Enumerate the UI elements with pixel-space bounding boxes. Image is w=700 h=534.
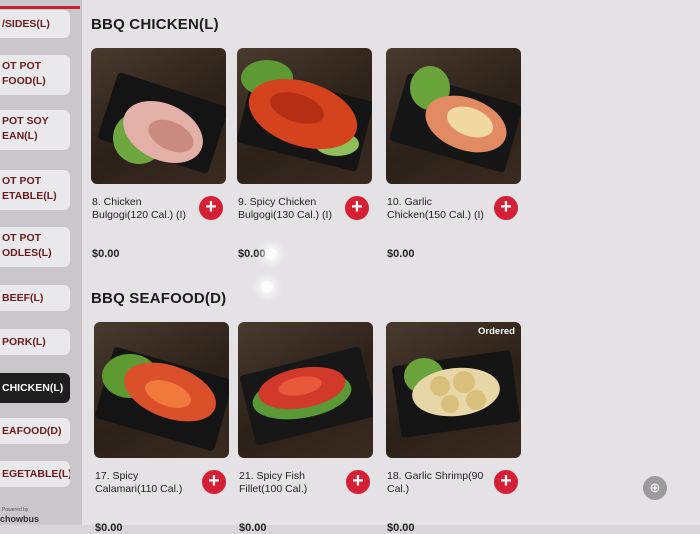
plus-icon: + (500, 196, 512, 218)
add-to-cart-button[interactable]: + (494, 470, 518, 494)
category-sidebar: /SIDES(L) OT POT FOOD(L) POT SOY EAN(L) … (0, 0, 82, 525)
powered-by-label: Powered by (2, 507, 29, 513)
dish-photo[interactable] (94, 322, 229, 458)
sidebar-item-vegetable[interactable]: EGETABLE(L) (0, 461, 70, 487)
plus-icon: + (205, 196, 217, 218)
sidebar-item-beef[interactable]: BEEF(L) (0, 285, 70, 311)
sidebar-item-hot-pot-noodles[interactable]: OT POT ODLES(L) (0, 227, 70, 267)
dish-photo[interactable] (238, 322, 373, 458)
sidebar-accent-bar (0, 6, 80, 9)
dish-photo[interactable] (91, 48, 226, 184)
item-name: 17. Spicy Calamari(110 Cal.) (95, 470, 183, 495)
plus-icon: + (500, 470, 512, 492)
item-name: 10. Garlic Chicken(150 Cal.) (I) (387, 196, 484, 221)
menu-item-card[interactable]: 10. Garlic Chicken(150 Cal.) (I) + $0.00 (386, 48, 523, 260)
item-price: $0.00 (95, 522, 123, 534)
screen-glare (261, 281, 273, 293)
sidebar-item-pork[interactable]: PORK(L) (0, 329, 70, 355)
menu-content: BBQ CHICKEN(L) 8. Chicken Bulgogi(120 Ca… (82, 0, 700, 534)
menu-item-card[interactable]: Ordered 18. Garlic Shrimp(90 Cal.) + $0.… (386, 322, 523, 534)
menu-item-card[interactable]: 21. Spicy Fish Fillet(100 Cal.) + $0.00 (238, 322, 375, 534)
item-price: $0.00 (238, 248, 266, 260)
dish-photo[interactable] (237, 48, 372, 184)
item-name: 8. Chicken Bulgogi(120 Cal.) (I) (92, 196, 186, 221)
item-price: $0.00 (92, 248, 120, 260)
item-name: 18. Garlic Shrimp(90 Cal.) (387, 470, 484, 495)
item-price: $0.00 (387, 522, 415, 534)
item-price: $0.00 (239, 522, 267, 534)
sidebar-item-hot-pot-seafood[interactable]: OT POT FOOD(L) (0, 55, 70, 95)
sidebar-item-seafood[interactable]: EAFOOD(D) (0, 418, 70, 444)
menu-item-card[interactable]: 9. Spicy Chicken Bulgogi(130 Cal.) (I) +… (237, 48, 374, 260)
ordered-badge: Ordered (478, 326, 515, 337)
sidebar-item-chicken[interactable]: CHICKEN(L) (0, 373, 70, 403)
add-to-cart-button[interactable]: + (346, 470, 370, 494)
sidebar-item-hot-pot-vegetable[interactable]: OT POT ETABLE(L) (0, 170, 70, 210)
plus-icon: + (208, 470, 220, 492)
item-name: 9. Spicy Chicken Bulgogi(130 Cal.) (I) (238, 196, 332, 221)
zoom-in-icon: ⊕ (649, 480, 661, 495)
plus-icon: + (351, 196, 363, 218)
dish-photo[interactable] (386, 48, 521, 184)
add-to-cart-button[interactable]: + (345, 196, 369, 220)
plus-icon: + (352, 470, 364, 492)
section-title-bbq-chicken: BBQ CHICKEN(L) (91, 16, 219, 33)
section-title-bbq-seafood: BBQ SEAFOOD(D) (91, 290, 227, 307)
menu-item-card[interactable]: 17. Spicy Calamari(110 Cal.) + $0.00 (94, 322, 231, 534)
dish-photo[interactable]: Ordered (386, 322, 521, 458)
zoom-button[interactable]: ⊕ (643, 476, 667, 500)
item-price: $0.00 (387, 248, 415, 260)
add-to-cart-button[interactable]: + (202, 470, 226, 494)
add-to-cart-button[interactable]: + (199, 196, 223, 220)
sidebar-item-hot-pot-soybean[interactable]: POT SOY EAN(L) (0, 110, 70, 150)
menu-item-card[interactable]: 8. Chicken Bulgogi(120 Cal.) (I) + $0.00 (91, 48, 228, 260)
add-to-cart-button[interactable]: + (494, 196, 518, 220)
item-name: 21. Spicy Fish Fillet(100 Cal.) (239, 470, 308, 495)
chowbus-logo: chowbus (0, 514, 40, 524)
screen-glare (265, 248, 277, 260)
sidebar-item-sides[interactable]: /SIDES(L) (0, 10, 70, 38)
